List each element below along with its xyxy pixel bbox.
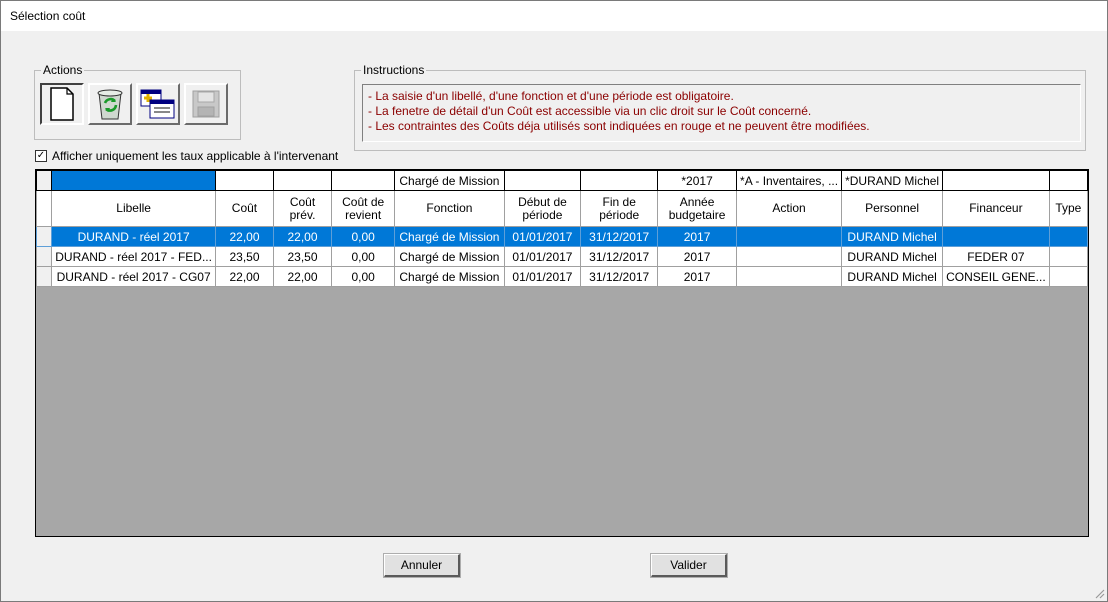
instructions-text: - La saisie d'un libellé, d'une fonction… — [362, 84, 1081, 142]
save-button[interactable] — [184, 83, 228, 125]
table-cell[interactable] — [736, 266, 843, 287]
table-cell[interactable]: 23,50 — [214, 246, 275, 267]
table-cell[interactable]: Chargé de Mission — [394, 246, 505, 267]
header-cell[interactable]: Libelle — [51, 190, 216, 227]
table-cell[interactable]: 0,00 — [331, 246, 396, 267]
cancel-button[interactable]: Annuler — [383, 553, 461, 578]
filter-cell[interactable] — [51, 170, 216, 191]
row-header[interactable] — [36, 170, 53, 191]
row-header[interactable] — [36, 246, 53, 267]
cancel-button-label: Annuler — [400, 558, 443, 572]
table-cell[interactable] — [1048, 246, 1088, 267]
table-cell[interactable]: 0,00 — [331, 266, 396, 287]
table-cell[interactable] — [942, 226, 1050, 247]
header-cell[interactable]: Financeur — [942, 190, 1050, 227]
filter-cell[interactable] — [580, 170, 659, 191]
table-cell[interactable]: DURAND Michel — [841, 246, 944, 267]
table-cell[interactable]: 2017 — [657, 246, 738, 267]
header-cell[interactable]: Fonction — [394, 190, 505, 227]
table-cell[interactable]: DURAND - réel 2017 - CG07 — [51, 266, 216, 287]
table-cell[interactable]: 31/12/2017 — [580, 226, 659, 247]
filter-cell[interactable]: *A - Inventaires, ... — [736, 170, 843, 191]
row-header[interactable] — [36, 190, 53, 227]
delete-button[interactable] — [88, 83, 132, 125]
header-cell[interactable]: Coût — [214, 190, 275, 227]
header-cell[interactable]: Coût prév. — [272, 190, 333, 227]
row-header[interactable] — [36, 266, 53, 287]
table-row[interactable]: DURAND - réel 2017 22,00 22,00 0,00 Chargé d… — [36, 226, 1088, 247]
filter-cell[interactable] — [942, 170, 1050, 191]
new-button[interactable] — [40, 83, 84, 125]
header-cell[interactable]: Action — [736, 190, 843, 227]
table-cell[interactable] — [736, 226, 843, 247]
new-document-icon — [50, 87, 74, 121]
filter-cell[interactable]: Chargé de Mission — [394, 170, 505, 191]
filter-cell[interactable]: *DURAND Michel — [841, 170, 944, 191]
table-cell[interactable]: 31/12/2017 — [580, 246, 659, 267]
filter-cell[interactable] — [1048, 170, 1088, 191]
table-cell[interactable]: DURAND - réel 2017 — [51, 226, 216, 247]
window-title: Sélection coût — [10, 9, 86, 23]
filter-row[interactable]: Chargé de Mission *2017 *A - Inventaires, … — [36, 170, 1088, 191]
instruction-line: - Les contraintes des Coûts déja utilisé… — [368, 119, 870, 133]
table-cell[interactable] — [1048, 266, 1088, 287]
instructions-group: Instructions - La saisie d'un libellé, d… — [354, 63, 1086, 151]
filter-checkbox-row[interactable]: ✓ Afficher uniquement les taux applicabl… — [35, 149, 338, 163]
header-cell[interactable]: Personnel — [841, 190, 944, 227]
actions-legend: Actions — [41, 63, 85, 77]
table-cell[interactable]: 22,00 — [214, 226, 275, 247]
table-cell[interactable]: FEDER 07 — [942, 246, 1050, 267]
ok-button-label: Valider — [670, 558, 707, 572]
table-cell[interactable]: 22,00 — [272, 266, 333, 287]
table-cell[interactable]: 22,00 — [214, 266, 275, 287]
recycle-bin-icon — [97, 89, 123, 120]
table-cell[interactable]: Chargé de Mission — [394, 266, 505, 287]
filter-cell[interactable] — [331, 170, 396, 191]
header-cell[interactable]: Fin de période — [580, 190, 659, 227]
table-cell[interactable]: 22,00 — [272, 226, 333, 247]
table-cell[interactable]: CONSEIL GENE... — [942, 266, 1050, 287]
table-cell[interactable]: 31/12/2017 — [580, 266, 659, 287]
table-cell[interactable]: 0,00 — [331, 226, 396, 247]
table-cell[interactable]: 2017 — [657, 226, 738, 247]
header-cell[interactable]: Début de période — [503, 190, 582, 227]
table-cell[interactable]: 23,50 — [272, 246, 333, 267]
filter-checkbox[interactable]: ✓ — [35, 150, 47, 162]
header-cell[interactable]: Type — [1048, 190, 1088, 227]
table-cell[interactable]: DURAND Michel — [841, 226, 944, 247]
table-row[interactable]: DURAND - réel 2017 - FED... 23,50 23,50 0,0… — [36, 246, 1088, 267]
filter-cell[interactable] — [503, 170, 582, 191]
row-header[interactable] — [36, 226, 53, 247]
instruction-line: - La saisie d'un libellé, d'une fonction… — [368, 89, 734, 103]
actions-group: Actions — [34, 63, 241, 140]
filter-cell[interactable] — [214, 170, 275, 191]
instruction-line: - La fenetre de détail d'un Coût est acc… — [368, 104, 812, 118]
dialog-window: Sélection coût Actions Instructions - La… — [0, 0, 1108, 602]
header-cell[interactable]: Coût de revient — [331, 190, 396, 227]
table-cell[interactable]: DURAND - réel 2017 - FED... — [51, 246, 216, 267]
table-cell[interactable]: DURAND Michel — [841, 266, 944, 287]
table-cell[interactable]: 01/01/2017 — [503, 246, 582, 267]
header-row[interactable]: Libelle Coût Coût prév. Coût de revient Fonc… — [36, 190, 1088, 227]
cost-grid[interactable]: Chargé de Mission *2017 *A - Inventaires, … — [35, 169, 1089, 537]
table-cell[interactable] — [736, 246, 843, 267]
table-row[interactable]: DURAND - réel 2017 - CG07 22,00 22,00 0,00 C… — [36, 266, 1088, 287]
filter-checkbox-label: Afficher uniquement les taux applicable … — [52, 149, 339, 163]
title-bar: Sélection coût — [1, 1, 1107, 31]
add-window-icon — [140, 89, 175, 119]
filter-cell[interactable]: *2017 — [657, 170, 738, 191]
resize-grip-icon[interactable] — [1093, 587, 1105, 599]
instructions-legend: Instructions — [361, 63, 427, 77]
filter-cell[interactable] — [272, 170, 333, 191]
table-cell[interactable]: 2017 — [657, 266, 738, 287]
cost-table: Chargé de Mission *2017 *A - Inventaires, … — [36, 170, 1088, 287]
table-cell[interactable]: 01/01/2017 — [503, 266, 582, 287]
table-cell[interactable] — [1048, 226, 1088, 247]
header-cell[interactable]: Année budgetaire — [657, 190, 738, 227]
add-row-button[interactable] — [136, 83, 180, 125]
table-cell[interactable]: Chargé de Mission — [394, 226, 505, 247]
floppy-disk-icon — [192, 90, 220, 118]
table-cell[interactable]: 01/01/2017 — [503, 226, 582, 247]
ok-button[interactable]: Valider — [650, 553, 728, 578]
